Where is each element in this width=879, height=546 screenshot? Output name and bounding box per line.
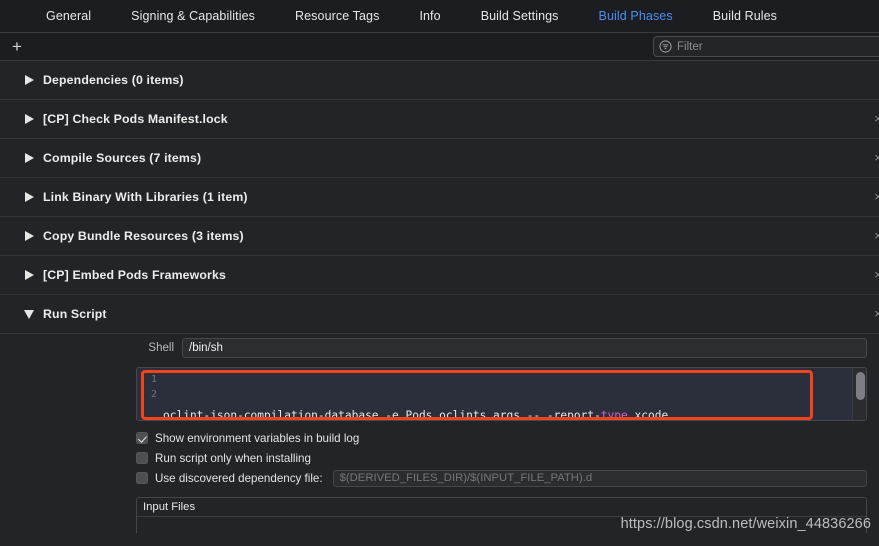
- line-number: 1: [150, 374, 157, 385]
- chevron-right-icon[interactable]: [22, 268, 36, 282]
- remove-phase-icon[interactable]: ×: [871, 229, 879, 243]
- remove-phase-icon[interactable]: ×: [871, 151, 879, 165]
- build-phase-copy-bundle-resources[interactable]: Copy Bundle Resources (3 items) ×: [0, 217, 879, 256]
- filter-icon: [659, 40, 672, 53]
- script-editor[interactable]: 1 2 oclint-json-compilation-database -e …: [136, 367, 867, 421]
- remove-phase-icon[interactable]: ×: [871, 268, 879, 282]
- chevron-right-icon[interactable]: [22, 190, 36, 204]
- tab-signing-capabilities[interactable]: Signing & Capabilities: [111, 9, 275, 23]
- script-code-area[interactable]: oclint-json-compilation-database -e Pods…: [163, 368, 852, 420]
- tab-build-phases[interactable]: Build Phases: [579, 9, 693, 23]
- build-phase-title: Dependencies (0 items): [43, 73, 184, 87]
- build-phases-toolbar: + Filter: [0, 33, 879, 61]
- script-editor-scrollbar[interactable]: [852, 368, 866, 420]
- filter-field[interactable]: Filter: [653, 36, 879, 57]
- option-label: Show environment variables in build log: [155, 431, 360, 445]
- script-editor-content[interactable]: 1 2 oclint-json-compilation-database -e …: [137, 368, 852, 420]
- build-phase-title: Link Binary With Libraries (1 item): [43, 190, 248, 204]
- dependency-file-input[interactable]: $(DERIVED_FILES_DIR)/$(INPUT_FILE_PATH).…: [332, 469, 867, 487]
- option-use-discovered-dependency-file[interactable]: Use discovered dependency file: $(DERIVE…: [136, 469, 867, 487]
- option-label: Use discovered dependency file:: [155, 471, 323, 485]
- script-editor-gutter: 1 2: [137, 368, 163, 420]
- input-files-header: Input Files: [137, 498, 866, 517]
- input-files-list[interactable]: [137, 517, 866, 533]
- code-line-1: oclint-json-compilation-database -e Pods…: [163, 408, 852, 420]
- chevron-right-icon[interactable]: [22, 112, 36, 126]
- add-build-phase-button[interactable]: +: [4, 37, 30, 57]
- build-phase-title: Copy Bundle Resources (3 items): [43, 229, 244, 243]
- run-script-options: Show environment variables in build log …: [136, 429, 867, 487]
- build-phase-link-binary-with-libraries[interactable]: Link Binary With Libraries (1 item) ×: [0, 178, 879, 217]
- remove-phase-icon[interactable]: ×: [871, 307, 879, 321]
- tab-build-rules[interactable]: Build Rules: [693, 9, 797, 23]
- xcode-build-phases-window: General Signing & Capabilities Resource …: [0, 0, 879, 546]
- option-run-only-when-installing[interactable]: Run script only when installing: [136, 449, 867, 467]
- build-phase-title: [CP] Check Pods Manifest.lock: [43, 112, 228, 126]
- build-phase-embed-pods-frameworks[interactable]: [CP] Embed Pods Frameworks ×: [0, 256, 879, 295]
- build-phase-compile-sources[interactable]: Compile Sources (7 items) ×: [0, 139, 879, 178]
- remove-phase-icon[interactable]: ×: [871, 112, 879, 126]
- tab-info[interactable]: Info: [399, 9, 460, 23]
- shell-input[interactable]: /bin/sh: [182, 338, 867, 358]
- input-files-section: Input Files: [136, 497, 867, 533]
- option-label: Run script only when installing: [155, 451, 311, 465]
- filter-placeholder: Filter: [677, 40, 703, 53]
- checkbox-icon[interactable]: [136, 452, 148, 464]
- shell-row: Shell /bin/sh: [136, 337, 867, 359]
- editor-tab-bar: General Signing & Capabilities Resource …: [0, 0, 879, 33]
- tab-resource-tags[interactable]: Resource Tags: [275, 9, 399, 23]
- build-phase-run-script[interactable]: Run Script ×: [0, 295, 879, 334]
- tab-build-settings[interactable]: Build Settings: [461, 9, 579, 23]
- chevron-right-icon[interactable]: [22, 229, 36, 243]
- code-text: oclint-json-compilation-database -e Pods…: [163, 409, 601, 420]
- chevron-right-icon[interactable]: [22, 73, 36, 87]
- code-keyword: type: [600, 409, 628, 420]
- checkbox-icon[interactable]: [136, 432, 148, 444]
- chevron-right-icon[interactable]: [22, 151, 36, 165]
- build-phase-dependencies[interactable]: Dependencies (0 items): [0, 61, 879, 100]
- run-script-detail-panel: Shell /bin/sh 1 2 oclint-json-compilatio…: [0, 337, 879, 533]
- tab-general[interactable]: General: [26, 9, 111, 23]
- build-phase-list: Dependencies (0 items) [CP] Check Pods M…: [0, 61, 879, 546]
- option-show-env-vars[interactable]: Show environment variables in build log: [136, 429, 867, 447]
- line-number: 2: [150, 389, 157, 400]
- chevron-down-icon[interactable]: [22, 307, 36, 321]
- build-phase-title: Compile Sources (7 items): [43, 151, 202, 165]
- shell-label: Shell: [148, 342, 174, 354]
- build-phase-check-pods-manifest[interactable]: [CP] Check Pods Manifest.lock ×: [0, 100, 879, 139]
- code-text: xcode: [627, 409, 669, 420]
- scrollbar-thumb[interactable]: [856, 372, 865, 400]
- checkbox-icon[interactable]: [136, 472, 148, 484]
- build-phase-title: [CP] Embed Pods Frameworks: [43, 268, 226, 282]
- remove-phase-icon[interactable]: ×: [871, 190, 879, 204]
- build-phase-title: Run Script: [43, 307, 107, 321]
